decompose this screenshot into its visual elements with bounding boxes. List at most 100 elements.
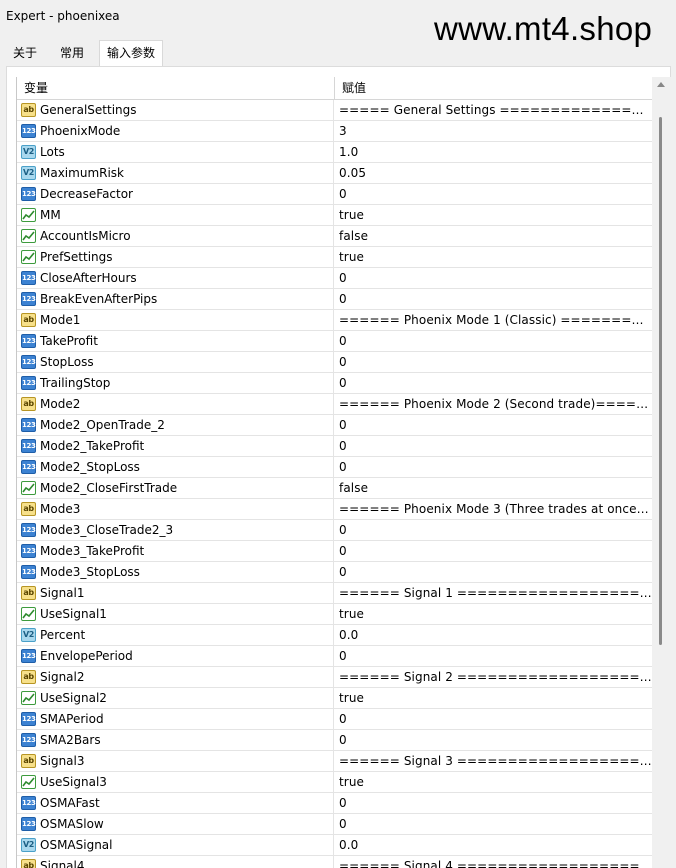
parameter-value[interactable]: 0.05 [335,163,653,183]
table-row[interactable]: 123 Mode2_TakeProfit 0 [17,436,653,457]
table-row[interactable]: V2 OSMASignal 0.0 [17,835,653,856]
table-row[interactable]: 123 Mode3_StopLoss 0 [17,562,653,583]
parameter-value[interactable]: 0.0 [335,835,653,855]
parameter-value[interactable]: true [335,772,653,792]
parameter-value[interactable]: false [335,478,653,498]
parameter-value[interactable]: ====== Phoenix Mode 2 (Second trade)====… [335,394,653,414]
parameter-name-cell[interactable]: V2 MaximumRisk [17,163,334,183]
parameter-value[interactable]: 0.0 [335,625,653,645]
parameter-name-cell[interactable]: 123 Mode3_CloseTrade2_3 [17,520,334,540]
table-row[interactable]: 123 BreakEvenAfterPips 0 [17,289,653,310]
parameter-value[interactable]: true [335,205,653,225]
parameter-value[interactable]: ===== General Settings =================… [335,100,653,120]
parameter-name-cell[interactable]: UseSignal2 [17,688,334,708]
parameter-name-cell[interactable]: ab Mode2 [17,394,334,414]
table-row[interactable]: 123 OSMAFast 0 [17,793,653,814]
parameter-value[interactable]: 0 [335,646,653,666]
parameter-value[interactable]: 0 [335,814,653,834]
parameter-name-cell[interactable]: ab GeneralSettings [17,100,334,120]
parameter-name-cell[interactable]: ab Signal4 [17,856,334,868]
table-row[interactable]: 123 Mode3_TakeProfit 0 [17,541,653,562]
parameter-value[interactable]: 0 [335,730,653,750]
parameter-value[interactable]: 0 [335,415,653,435]
parameter-name-cell[interactable]: 123 SMA2Bars [17,730,334,750]
parameter-name-cell[interactable]: PrefSettings [17,247,334,267]
parameter-name-cell[interactable]: 123 BreakEvenAfterPips [17,289,334,309]
parameter-name-cell[interactable]: V2 Percent [17,625,334,645]
table-row[interactable]: ab Mode3 ====== Phoenix Mode 3 (Three trad… [17,499,653,520]
table-row[interactable]: ab Mode2 ====== Phoenix Mode 2 (Second tra… [17,394,653,415]
scrollbar-thumb[interactable] [659,117,662,645]
table-row[interactable]: ab Signal1 ====== Signal 1 ===============… [17,583,653,604]
parameter-name-cell[interactable]: ab Signal1 [17,583,334,603]
table-row[interactable]: ab Signal4 ====== Signal 4 ===============… [17,856,653,868]
parameter-value[interactable]: 0 [335,352,653,372]
table-row[interactable]: 123 PhoenixMode 3 [17,121,653,142]
parameter-value[interactable]: ====== Phoenix Mode 3 (Three trades at o… [335,499,653,519]
parameter-value[interactable]: 0 [335,520,653,540]
table-row[interactable]: 123 SMA2Bars 0 [17,730,653,751]
parameter-name-cell[interactable]: 123 StopLoss [17,352,334,372]
table-row[interactable]: V2 Percent 0.0 [17,625,653,646]
table-row[interactable]: 123 StopLoss 0 [17,352,653,373]
table-row[interactable]: MM true [17,205,653,226]
parameter-value[interactable]: 0 [335,457,653,477]
parameter-value[interactable]: true [335,604,653,624]
table-row[interactable]: ab Mode1 ====== Phoenix Mode 1 (Classic) =… [17,310,653,331]
tab-common[interactable]: 常用 [51,42,93,64]
table-row[interactable]: UseSignal1 true [17,604,653,625]
parameter-value[interactable]: 0 [335,184,653,204]
table-row[interactable]: 123 TrailingStop 0 [17,373,653,394]
parameter-value[interactable]: ====== Signal 3 ========================… [335,751,653,771]
table-row[interactable]: 123 EnvelopePeriod 0 [17,646,653,667]
parameter-name-cell[interactable]: 123 PhoenixMode [17,121,334,141]
parameter-name-cell[interactable]: 123 OSMASlow [17,814,334,834]
parameter-name-cell[interactable]: 123 Mode2_OpenTrade_2 [17,415,334,435]
table-row[interactable]: 123 TakeProfit 0 [17,331,653,352]
parameter-value[interactable]: true [335,247,653,267]
parameter-name-cell[interactable]: 123 Mode3_TakeProfit [17,541,334,561]
table-row[interactable]: V2 Lots 1.0 [17,142,653,163]
table-row[interactable]: ab Signal2 ====== Signal 2 ===============… [17,667,653,688]
parameter-value[interactable]: 0 [335,373,653,393]
vertical-scrollbar[interactable] [652,77,671,868]
table-row[interactable]: 123 Mode3_CloseTrade2_3 0 [17,520,653,541]
table-row[interactable]: Mode2_CloseFirstTrade false [17,478,653,499]
parameter-name-cell[interactable]: ab Signal3 [17,751,334,771]
parameter-name-cell[interactable]: 123 SMAPeriod [17,709,334,729]
parameter-name-cell[interactable]: 123 TakeProfit [17,331,334,351]
parameter-name-cell[interactable]: ab Mode3 [17,499,334,519]
parameter-name-cell[interactable]: 123 CloseAfterHours [17,268,334,288]
table-row[interactable]: 123 Mode2_OpenTrade_2 0 [17,415,653,436]
scroll-up-arrow-icon[interactable] [657,82,665,87]
parameter-name-cell[interactable]: 123 EnvelopePeriod [17,646,334,666]
parameter-value[interactable]: 0 [335,268,653,288]
table-row[interactable]: 123 Mode2_StopLoss 0 [17,457,653,478]
column-header-value[interactable]: 赋值 [335,77,653,99]
parameter-value[interactable]: 3 [335,121,653,141]
table-row[interactable]: UseSignal2 true [17,688,653,709]
parameter-name-cell[interactable]: 123 OSMAFast [17,793,334,813]
parameter-name-cell[interactable]: 123 Mode2_TakeProfit [17,436,334,456]
parameter-name-cell[interactable]: MM [17,205,334,225]
parameter-name-cell[interactable]: V2 OSMASignal [17,835,334,855]
parameter-name-cell[interactable]: Mode2_CloseFirstTrade [17,478,334,498]
parameter-value[interactable]: ====== Signal 4 ========================… [335,856,653,868]
parameter-value[interactable]: 0 [335,289,653,309]
parameter-name-cell[interactable]: 123 Mode2_StopLoss [17,457,334,477]
parameter-name-cell[interactable]: UseSignal3 [17,772,334,792]
parameter-value[interactable]: false [335,226,653,246]
parameter-value[interactable]: ====== Signal 1 ========================… [335,583,653,603]
table-row[interactable]: ab GeneralSettings ===== General Settings … [17,100,653,121]
parameter-value[interactable]: 0 [335,709,653,729]
parameter-name-cell[interactable]: 123 DecreaseFactor [17,184,334,204]
table-row[interactable]: 123 DecreaseFactor 0 [17,184,653,205]
parameter-name-cell[interactable]: 123 TrailingStop [17,373,334,393]
table-row[interactable]: 123 OSMASlow 0 [17,814,653,835]
parameter-name-cell[interactable]: 123 Mode3_StopLoss [17,562,334,582]
table-row[interactable]: 123 SMAPeriod 0 [17,709,653,730]
table-row[interactable]: PrefSettings true [17,247,653,268]
column-header-variable[interactable]: 变量 [17,77,334,99]
parameter-name-cell[interactable]: AccountIsMicro [17,226,334,246]
parameter-value[interactable]: 0 [335,436,653,456]
